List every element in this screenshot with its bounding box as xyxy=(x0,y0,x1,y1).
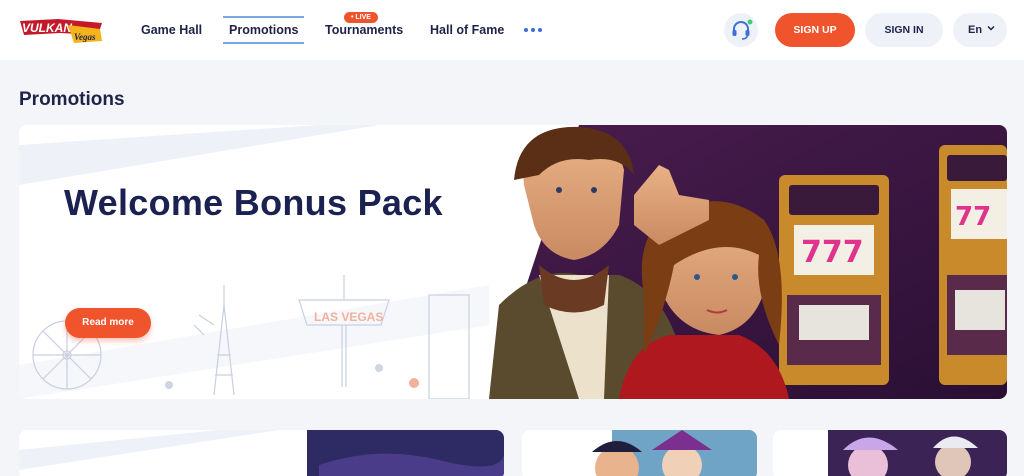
promo-card-2-image xyxy=(522,430,757,476)
headset-icon xyxy=(732,19,753,40)
promo-card-1-image xyxy=(19,430,504,476)
banner-title: Welcome Bonus Pack xyxy=(64,182,443,223)
top-header: VULKAN Vegas Game Hall Promotions Tourna… xyxy=(0,0,1024,60)
promo-card-1[interactable] xyxy=(19,430,504,476)
las-vegas-sign-text: LAS VEGAS xyxy=(314,310,383,324)
more-dots-icon[interactable] xyxy=(524,24,542,36)
page-title: Promotions xyxy=(19,89,125,110)
nav-hall-of-fame[interactable]: Hall of Fame xyxy=(430,0,504,60)
vulkan-vegas-logo[interactable]: VULKAN Vegas xyxy=(18,13,104,49)
svg-text:77: 77 xyxy=(955,202,991,232)
nav-game-hall[interactable]: Game Hall xyxy=(141,0,202,60)
logo-text: VULKAN xyxy=(22,21,72,35)
nav-promotions[interactable]: Promotions xyxy=(222,0,305,60)
nav-tournaments[interactable]: Tournaments xyxy=(325,0,403,60)
slot-machine-2: 77 xyxy=(939,145,1007,385)
sign-in-button[interactable]: SIGN IN xyxy=(865,13,943,47)
sign-up-button[interactable]: SIGN UP xyxy=(775,13,855,47)
promo-card-3[interactable] xyxy=(773,430,1007,476)
svg-text:777: 777 xyxy=(801,235,864,270)
promo-card-2[interactable] xyxy=(522,430,757,476)
promo-card-3-image xyxy=(773,430,1007,476)
read-more-button[interactable]: Read more xyxy=(65,308,151,338)
banner-illustration: 777 77 LAS VEGAS xyxy=(19,125,1007,399)
support-button[interactable] xyxy=(724,13,758,47)
promo-banner[interactable]: 777 77 LAS VEGAS Welcome Bonus Pack Read… xyxy=(19,125,1007,399)
language-selector[interactable]: En xyxy=(953,13,1007,47)
live-badge: • LIVE xyxy=(344,12,378,23)
slot-machine-1: 777 xyxy=(779,175,889,385)
language-label: En xyxy=(968,24,983,36)
logo-subtext: Vegas xyxy=(74,32,96,42)
chevron-down-icon xyxy=(987,25,995,31)
